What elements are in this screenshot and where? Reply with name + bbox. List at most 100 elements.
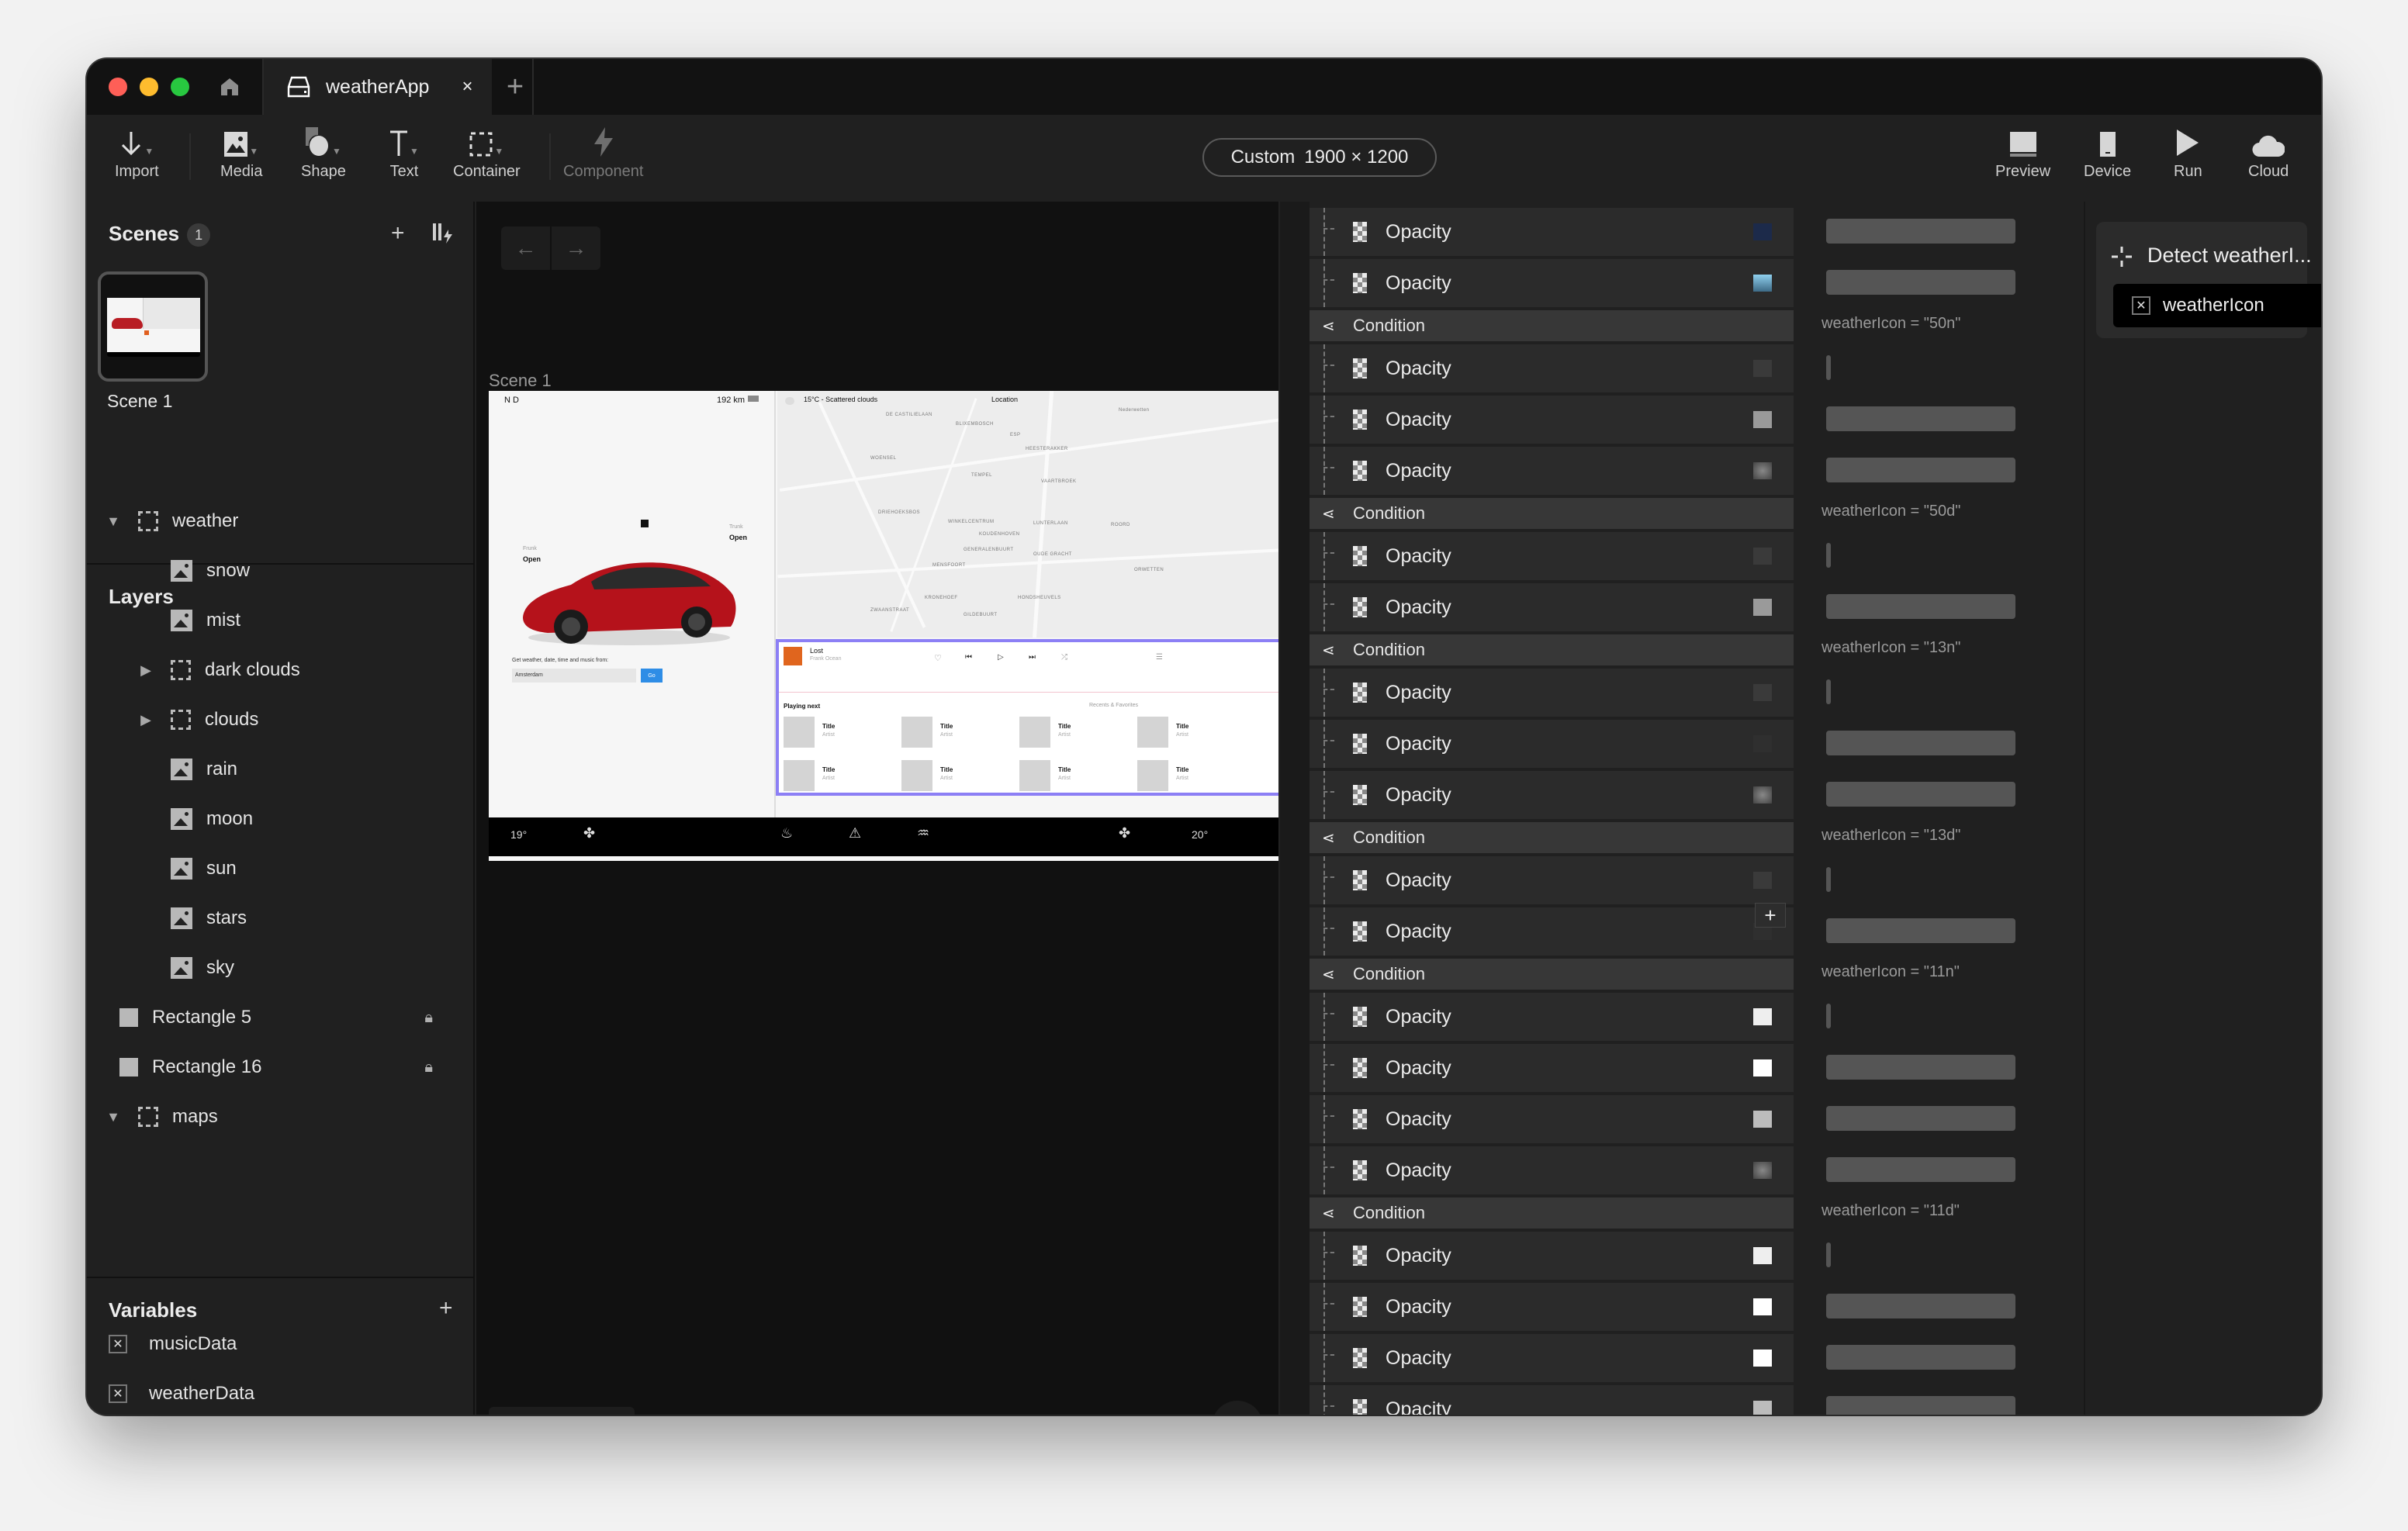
previous-track-icon[interactable]: ⏮ [965, 653, 972, 662]
seat-heater-icon[interactable]: ♨ [780, 825, 793, 842]
expand-down-icon[interactable]: ▼ [106, 513, 121, 530]
lock-icon[interactable]: 🔒︎ [424, 1009, 433, 1027]
opacity-action[interactable]: Opacity [1310, 259, 1794, 307]
opacity-action[interactable]: Opacity [1310, 771, 1794, 819]
layer-row[interactable]: rain [87, 745, 473, 794]
back-button[interactable]: ← [501, 226, 552, 270]
layer-row[interactable]: mist [87, 596, 473, 645]
queue-item[interactable]: Title Artist [1137, 760, 1246, 794]
play-track-icon[interactable]: ▷ [998, 653, 1004, 662]
opacity-action[interactable]: Opacity [1310, 993, 1794, 1041]
layer-row[interactable]: Rectangle 16 🔒︎ [87, 1042, 473, 1092]
condition-expression[interactable]: weatherIcon = "50n" [1822, 315, 1960, 333]
condition-header[interactable]: ⋖ Condition [1310, 1197, 1794, 1229]
condition-expression[interactable]: weatherIcon = "11d" [1822, 1202, 1960, 1220]
tab-weatherapp[interactable]: weatherApp × [262, 59, 492, 115]
add-action-button[interactable]: + [1755, 903, 1786, 928]
scene-actions-button[interactable] [433, 223, 456, 248]
queue-item[interactable]: Title Artist [1019, 760, 1128, 794]
shuffle-icon[interactable]: ⤮ [1061, 653, 1067, 662]
preview-button[interactable]: Preview [1995, 126, 2050, 181]
go-button[interactable]: Go [641, 669, 663, 683]
variable-row[interactable]: ✕ weatherData [87, 1370, 473, 1415]
expand-down-icon[interactable]: ▼ [106, 1109, 121, 1125]
fan-icon[interactable]: ✤ [583, 825, 595, 842]
opacity-value-slider[interactable] [1826, 731, 2015, 755]
expand-right-icon[interactable]: ▶ [138, 662, 154, 679]
opacity-value-slider-empty[interactable] [1826, 1004, 1831, 1028]
condition-header[interactable]: ⋖ Condition [1310, 498, 1794, 529]
scene-thumbnail[interactable] [98, 271, 208, 382]
canvas-scrollbar[interactable] [1278, 202, 1310, 1415]
opacity-action[interactable]: Opacity [1310, 1146, 1794, 1194]
queue-item[interactable]: Title Artist [1137, 717, 1246, 751]
import-button[interactable]: ▼ Import [115, 126, 159, 181]
opacity-value-slider[interactable] [1826, 270, 2015, 295]
lock-icon[interactable]: 🔒︎ [424, 1059, 433, 1077]
opacity-value-slider[interactable] [1826, 594, 2015, 619]
opacity-value-slider[interactable] [1826, 782, 2015, 807]
queue-item[interactable]: Title Artist [901, 760, 1010, 794]
opacity-value-slider-empty[interactable] [1826, 355, 1831, 380]
add-scene-button[interactable]: + [391, 222, 405, 245]
container-button[interactable]: ▼ Container [453, 126, 521, 181]
opacity-action[interactable]: Opacity [1310, 532, 1794, 580]
component-button[interactable]: Component [563, 126, 643, 181]
media-button[interactable]: ▼ Media [220, 126, 262, 181]
maximize-window-button[interactable] [171, 78, 189, 96]
condition-header[interactable]: ⋖ Condition [1310, 310, 1794, 341]
queue-list-icon[interactable]: ☰ [1156, 653, 1163, 662]
music-player[interactable]: Lost Frank Ocean ♡ ⏮ ▷ ⏭ ⤮ ☰ Playing nex… [776, 639, 1288, 796]
opacity-action[interactable]: Opacity [1310, 907, 1794, 956]
opacity-value-slider-empty[interactable] [1826, 1242, 1831, 1267]
condition-header[interactable]: ⋖ Condition [1310, 634, 1794, 665]
opacity-value-slider[interactable] [1826, 406, 2015, 431]
opacity-value-slider[interactable] [1826, 1294, 2015, 1318]
condition-expression[interactable]: weatherIcon = "13n" [1822, 639, 1960, 657]
opacity-value-slider[interactable] [1826, 918, 2015, 943]
layer-row[interactable]: ▶ clouds [87, 695, 473, 745]
opacity-action[interactable]: Opacity [1310, 1232, 1794, 1280]
variable-row[interactable]: ✕ musicData [87, 1320, 473, 1368]
text-button[interactable]: ▼ Text [389, 126, 419, 181]
layer-row[interactable]: stars [87, 893, 473, 943]
opacity-action[interactable]: Opacity [1310, 447, 1794, 495]
opacity-action[interactable]: Opacity [1310, 1283, 1794, 1331]
map-view[interactable]: 15°C - Scattered clouds Location DE CAST… [777, 391, 1288, 638]
queue-item[interactable]: Title Artist [784, 760, 892, 794]
recents-tab[interactable]: Recents & Favorites [1089, 703, 1138, 708]
opacity-action[interactable]: Opacity [1310, 1044, 1794, 1092]
opacity-value-slider[interactable] [1826, 458, 2015, 482]
layer-row[interactable]: snow [87, 546, 473, 596]
opacity-value-slider[interactable] [1826, 1106, 2015, 1131]
layer-row[interactable]: ▼ maps [87, 1092, 473, 1142]
opacity-value-slider[interactable] [1826, 1055, 2015, 1080]
trunk-state[interactable]: Open [729, 534, 747, 541]
condition-expression[interactable]: weatherIcon = "11n" [1822, 963, 1960, 981]
new-tab-button[interactable]: + [498, 59, 534, 115]
city-input[interactable]: Amsterdam [512, 669, 636, 683]
driver-temperature[interactable]: 19° [510, 828, 527, 841]
tab-close-button[interactable]: × [462, 76, 472, 98]
home-button[interactable] [216, 73, 244, 101]
layer-row[interactable]: sky [87, 943, 473, 993]
condition-header[interactable]: ⋖ Condition [1310, 959, 1794, 990]
device-button[interactable]: Device [2084, 126, 2131, 181]
shape-button[interactable]: ▼ Shape [301, 126, 346, 181]
opacity-action[interactable]: Opacity [1310, 1334, 1794, 1382]
next-track-icon[interactable]: ⏭ [1029, 653, 1036, 662]
layer-row[interactable]: ▼ weather [87, 496, 473, 546]
fan-icon[interactable]: ✤ [1119, 825, 1130, 842]
add-variable-button[interactable]: + [439, 1297, 453, 1320]
opacity-value-slider[interactable] [1826, 1345, 2015, 1370]
condition-expression[interactable]: weatherIcon = "50d" [1822, 503, 1960, 520]
canvas[interactable]: ← → Scene 1 N D 192 km Frunk Open Trunk … [476, 202, 1288, 1415]
forward-button[interactable]: → [552, 226, 600, 270]
opacity-action[interactable]: Opacity [1310, 396, 1794, 444]
opacity-action[interactable]: Opacity [1310, 856, 1794, 904]
device-size-selector[interactable]: Custom 1900 × 1200 [1202, 138, 1437, 177]
condition-expression[interactable]: weatherIcon = "13d" [1822, 827, 1960, 845]
variable-select[interactable]: ✕ weatherIcon ▼ [2113, 284, 2321, 327]
run-button[interactable]: Run [2174, 126, 2202, 181]
layer-row[interactable]: moon [87, 794, 473, 844]
